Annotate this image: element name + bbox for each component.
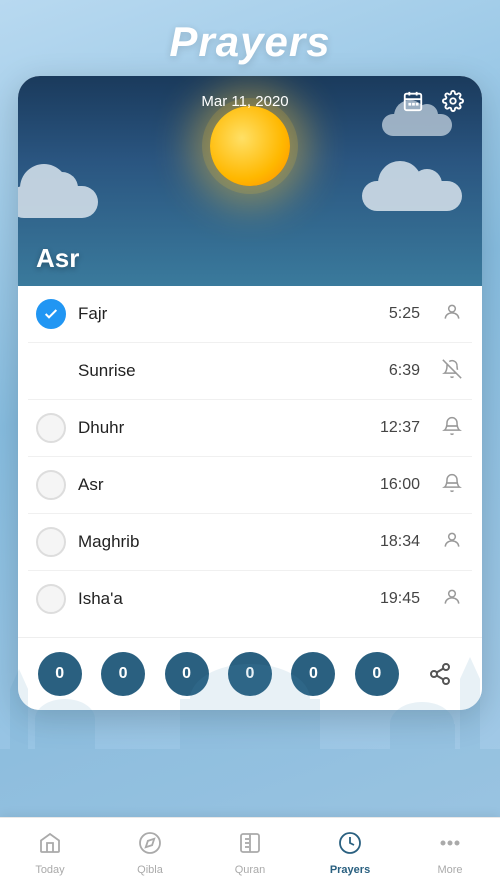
page-title: Prayers [0,0,500,76]
nav-label-quran: Quran [235,864,266,876]
more-dots-icon [438,831,462,861]
prayer-bell-maghrib[interactable] [440,530,464,555]
prayer-name-maghrib: Maghrib [78,532,368,552]
tasbih-btn-4[interactable]: 0 [228,652,272,696]
prayer-bell-dhuhr[interactable] [440,416,464,441]
prayer-time-fajr: 5:25 [389,305,420,323]
clock-icon [338,831,362,861]
prayer-time-dhuhr: 12:37 [380,419,420,437]
home-icon [38,831,62,861]
prayer-name-sunrise: Sunrise [78,361,377,381]
tasbih-btn-2[interactable]: 0 [101,652,145,696]
nav-item-qibla[interactable]: Qibla [100,823,200,884]
nav-label-today: Today [35,864,64,876]
nav-label-prayers: Prayers [330,864,370,876]
prayer-bell-fajr[interactable] [440,302,464,327]
prayer-row-maghrib: Maghrib 18:34 [28,514,472,571]
prayer-check-ishaa[interactable] [36,584,66,614]
bottom-nav: Today Qibla Quran [0,817,500,889]
bell-off-icon-sunrise [442,359,462,379]
tasbih-btn-1[interactable]: 0 [38,652,82,696]
prayer-name-dhuhr: Dhuhr [78,418,368,438]
prayer-row-fajr: Fajr 5:25 [28,286,472,343]
compass-icon [138,831,162,861]
nav-label-qibla: Qibla [137,864,163,876]
prayer-row-ishaa: Isha'a 19:45 [28,571,472,627]
bell-muted-icon-dhuhr [442,416,462,436]
nav-item-more[interactable]: More [400,823,500,884]
prayer-time-ishaa: 19:45 [380,590,420,608]
tasbih-btn-6[interactable]: 0 [355,652,399,696]
prayer-name-ishaa: Isha'a [78,589,368,609]
settings-button[interactable] [438,86,468,116]
tasbih-row: 0 0 0 0 0 0 [18,637,482,710]
prayer-bell-asr[interactable] [440,473,464,498]
prayer-time-sunrise: 6:39 [389,362,420,380]
main-card: Mar 11, 2020 [18,76,482,710]
card-header: Mar 11, 2020 [18,76,482,286]
prayer-check-asr[interactable] [36,470,66,500]
person-icon-ishaa [442,587,462,607]
book-icon [238,831,262,861]
prayer-bell-ishaa[interactable] [440,587,464,612]
prayer-name-asr: Asr [78,475,368,495]
prayer-bell-sunrise[interactable] [440,359,464,384]
tasbih-btn-3[interactable]: 0 [165,652,209,696]
prayer-check-fajr[interactable] [36,299,66,329]
prayer-row-dhuhr: Dhuhr 12:37 [28,400,472,457]
settings-icon [442,90,464,112]
prayer-time-maghrib: 18:34 [380,533,420,551]
nav-item-prayers[interactable]: Prayers [300,823,400,884]
current-prayer-label: Asr [36,243,79,274]
prayer-row-sunrise: Sunrise 6:39 [28,343,472,400]
prayer-row-asr: Asr 16:00 [28,457,472,514]
person-icon-fajr [442,302,462,322]
nav-item-quran[interactable]: Quran [200,823,300,884]
prayer-time-asr: 16:00 [380,476,420,494]
share-icon [428,662,452,686]
cloud-right [362,181,462,211]
calendar-button[interactable] [398,86,428,116]
prayer-name-fajr: Fajr [78,304,377,324]
nav-label-more: More [437,864,462,876]
prayer-check-dhuhr[interactable] [36,413,66,443]
tasbih-btn-5[interactable]: 0 [291,652,335,696]
prayer-check-maghrib[interactable] [36,527,66,557]
bell-muted-icon-asr [442,473,462,493]
person-icon-maghrib [442,530,462,550]
prayer-check-sunrise [36,356,66,386]
cloud-left [18,186,98,218]
share-button[interactable] [418,652,462,696]
header-date: Mar 11, 2020 [92,93,398,110]
calendar-icon [402,90,424,112]
nav-item-today[interactable]: Today [0,823,100,884]
prayer-list: Fajr 5:25 Sunrise 6:39 [18,286,482,637]
check-icon [43,306,59,322]
